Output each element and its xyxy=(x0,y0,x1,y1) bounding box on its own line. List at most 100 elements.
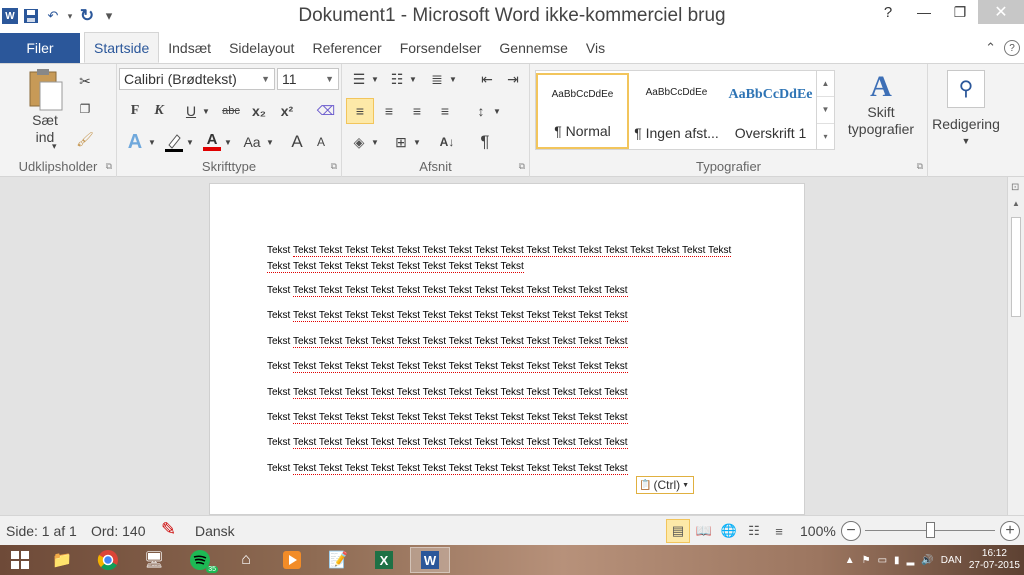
text-effects-dropdown-icon[interactable]: ▼ xyxy=(147,130,157,154)
font-color-icon[interactable]: A xyxy=(201,130,223,154)
scroll-up-icon[interactable]: ▲ xyxy=(1012,199,1020,208)
align-center-icon[interactable]: ≡ xyxy=(376,98,402,124)
line-spacing-dropdown-icon[interactable]: ▼ xyxy=(492,98,502,124)
sticky-notes-icon[interactable]: 📝 xyxy=(318,547,358,573)
spotify-icon[interactable]: 35 xyxy=(180,547,220,573)
proofing-icon[interactable]: ✎ xyxy=(161,519,176,540)
word-taskbar-icon[interactable]: W xyxy=(410,547,450,573)
shading-dropdown-icon[interactable]: ▼ xyxy=(370,130,380,154)
paste-button[interactable]: Sæt ind ▾ xyxy=(20,68,70,151)
full-screen-reading-icon[interactable]: 📖 xyxy=(692,519,716,543)
borders-icon[interactable]: ⊞ xyxy=(390,130,412,154)
tab-indsaet[interactable]: Indsæt xyxy=(159,33,220,63)
cut-scissors-icon[interactable]: ✂ xyxy=(76,72,94,90)
restore-button[interactable]: ❐ xyxy=(942,0,978,24)
redo-icon[interactable]: ↻ xyxy=(76,4,98,28)
start-button-windows-icon[interactable] xyxy=(0,547,40,573)
help-question-icon[interactable]: ? xyxy=(870,0,906,24)
grow-font-button[interactable]: A xyxy=(287,130,307,154)
zoom-level[interactable]: 100% xyxy=(800,523,836,539)
file-explorer-icon[interactable]: 📁 xyxy=(42,547,82,573)
tab-file[interactable]: Filer xyxy=(0,33,80,63)
battery-icon[interactable]: ▮ xyxy=(894,555,900,566)
numbering-dropdown-icon[interactable]: ▼ xyxy=(408,68,418,90)
strikethrough-button[interactable]: abc xyxy=(219,100,243,122)
superscript-button[interactable]: x² xyxy=(275,100,299,122)
bullets-dropdown-icon[interactable]: ▼ xyxy=(370,68,380,90)
gallery-up-icon[interactable]: ▲ xyxy=(817,71,834,98)
scroll-thumb[interactable] xyxy=(1011,217,1021,317)
clock[interactable]: 16:12 27-07-2015 xyxy=(969,548,1020,572)
network-icon[interactable]: ▂ xyxy=(907,555,915,566)
collapse-ribbon-icon[interactable]: ⌃ xyxy=(985,40,996,56)
font-size-dropdown-icon[interactable]: ▼ xyxy=(325,74,334,84)
tab-sidelayout[interactable]: Sidelayout xyxy=(220,33,303,63)
tab-forsendelser[interactable]: Forsendelser xyxy=(391,33,491,63)
home-icon[interactable]: ⌂ xyxy=(226,547,266,573)
change-case-button[interactable]: Aa xyxy=(239,130,265,154)
word-count[interactable]: Ord: 140 xyxy=(91,523,145,539)
word-logo-icon[interactable]: W xyxy=(2,8,18,24)
paragraph-launcher-icon[interactable]: ⧉ xyxy=(519,161,525,172)
bullets-icon[interactable]: ☰ xyxy=(348,68,370,90)
justify-icon[interactable]: ≡ xyxy=(432,98,458,124)
styles-launcher-icon[interactable]: ⧉ xyxy=(917,161,923,172)
shrink-font-button[interactable]: A xyxy=(311,130,331,154)
outline-view-icon[interactable]: ☷ xyxy=(742,519,766,543)
draft-view-icon[interactable]: ≡ xyxy=(767,519,791,543)
close-button[interactable]: ✕ xyxy=(978,0,1024,24)
multilevel-dropdown-icon[interactable]: ▼ xyxy=(448,68,458,90)
clear-formatting-icon[interactable]: ⌫ xyxy=(315,100,337,122)
style-heading-1[interactable]: AaBbCcDdEe Overskrift 1 xyxy=(724,73,817,149)
gallery-more-icon[interactable]: ▾ xyxy=(817,124,834,149)
italic-button[interactable]: K xyxy=(149,100,169,122)
clipboard-launcher-icon[interactable]: ⧉ xyxy=(106,161,112,172)
editing-button[interactable]: ⚲ Redigering ▼ xyxy=(930,70,1002,150)
ruler-toggle-icon[interactable]: ⊡ xyxy=(1011,182,1019,193)
text-effects-icon[interactable]: A xyxy=(123,130,147,154)
subscript-button[interactable]: x₂ xyxy=(247,100,271,122)
undo-icon[interactable]: ↶ xyxy=(42,4,64,28)
paste-dropdown-icon[interactable]: ▾ xyxy=(52,138,57,155)
font-launcher-icon[interactable]: ⧉ xyxy=(331,161,337,172)
page-count[interactable]: Side: 1 af 1 xyxy=(6,523,77,539)
vertical-scrollbar[interactable]: ⊡ ▲ xyxy=(1007,177,1024,515)
print-layout-view-icon[interactable]: ▤ xyxy=(666,519,690,543)
align-left-icon[interactable]: ≡ xyxy=(346,98,374,124)
chrome-icon[interactable] xyxy=(88,547,128,573)
increase-indent-icon[interactable]: ⇥ xyxy=(502,68,524,90)
align-right-icon[interactable]: ≡ xyxy=(404,98,430,124)
zoom-out-button[interactable]: − xyxy=(841,521,861,541)
help-icon[interactable]: ? xyxy=(1004,40,1020,56)
tab-referencer[interactable]: Referencer xyxy=(303,33,390,63)
decrease-indent-icon[interactable]: ⇤ xyxy=(476,68,498,90)
borders-dropdown-icon[interactable]: ▼ xyxy=(412,130,422,154)
change-styles-button[interactable]: A Skift typografier xyxy=(838,70,924,138)
media-player-icon[interactable] xyxy=(272,547,312,573)
customize-qat-icon[interactable]: ▾ xyxy=(98,4,120,28)
web-layout-icon[interactable]: 🌐 xyxy=(717,519,741,543)
gallery-down-icon[interactable]: ▼ xyxy=(817,97,834,124)
tab-gennemse[interactable]: Gennemse xyxy=(490,33,576,63)
action-center-icon[interactable]: ⚑ xyxy=(862,555,871,566)
keyboard-language[interactable]: DAN xyxy=(941,555,962,566)
undo-dropdown-icon[interactable]: ▾ xyxy=(64,4,76,28)
show-marks-button[interactable]: ¶ xyxy=(474,130,496,154)
tab-vis[interactable]: Vis xyxy=(577,33,614,63)
font-size-combo[interactable]: 11 ▼ xyxy=(277,68,339,90)
underline-button[interactable]: U xyxy=(181,100,201,122)
save-icon[interactable] xyxy=(20,4,42,28)
copy-icon[interactable]: ❐ xyxy=(76,100,94,118)
zoom-in-button[interactable]: + xyxy=(1000,521,1020,541)
style-no-spacing[interactable]: AaBbCcDdEe ¶ Ingen afst... xyxy=(630,73,723,149)
multilevel-list-icon[interactable]: ≣ xyxy=(426,68,448,90)
tab-startside[interactable]: Startside xyxy=(84,32,160,63)
style-normal[interactable]: AaBbCcDdEe ¶ Normal xyxy=(536,73,629,149)
paste-options-button[interactable]: 📋 (Ctrl) ▼ xyxy=(636,476,694,494)
sort-icon[interactable]: A↓ xyxy=(436,130,458,154)
font-name-combo[interactable]: Calibri (Brødtekst) ▼ xyxy=(119,68,275,90)
numbering-icon[interactable]: ☷ xyxy=(386,68,408,90)
zoom-slider-thumb[interactable] xyxy=(926,522,935,538)
excel-icon[interactable]: X xyxy=(364,547,404,573)
line-spacing-icon[interactable]: ↕ xyxy=(470,98,492,124)
